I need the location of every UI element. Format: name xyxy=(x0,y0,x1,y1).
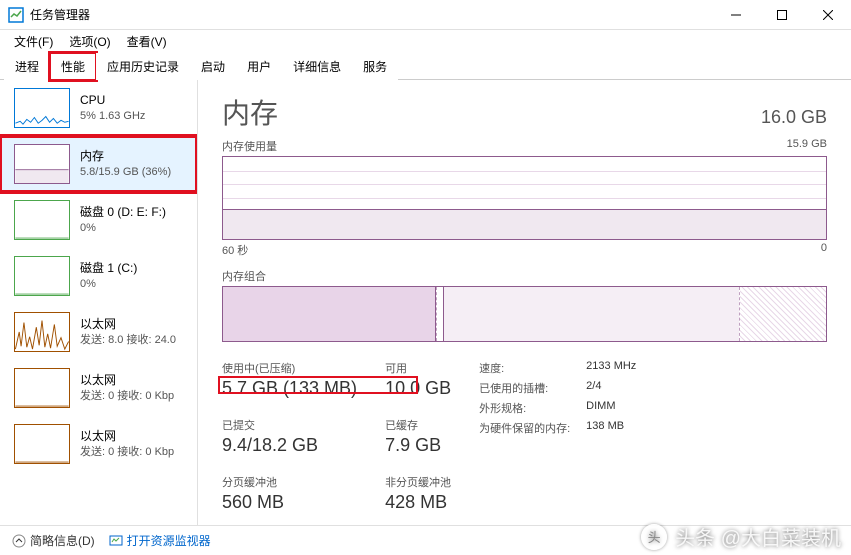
memory-composition-chart[interactable] xyxy=(222,286,827,342)
page-title: 内存 xyxy=(222,92,278,132)
sidebar-thumb xyxy=(14,368,70,408)
sidebar-item-3[interactable]: 磁盘 1 (C:) 0% xyxy=(0,248,197,304)
detail-slots-value: 2/4 xyxy=(586,380,636,396)
sidebar-text: 内存 5.8/15.9 GB (36%) xyxy=(80,149,171,179)
detail-speed-value: 2133 MHz xyxy=(586,360,636,376)
memory-usage-chart[interactable] xyxy=(222,156,827,240)
tab-startup[interactable]: 启动 xyxy=(190,53,236,80)
menu-options[interactable]: 选项(O) xyxy=(61,31,118,52)
tab-app-history[interactable]: 应用历史记录 xyxy=(96,53,190,80)
tab-bar: 进程 性能 应用历史记录 启动 用户 详细信息 服务 xyxy=(0,52,851,80)
composition-label: 内存组合 xyxy=(222,268,827,284)
sidebar-text: 以太网 发送: 8.0 接收: 24.0 xyxy=(80,317,176,347)
menu-view[interactable]: 查看(V) xyxy=(119,31,175,52)
stat-committed: 已提交9.4/18.2 GB xyxy=(222,417,357,456)
chart-axis-left: 60 秒 xyxy=(222,242,248,258)
detail-speed-label: 速度: xyxy=(479,360,570,376)
tab-details[interactable]: 详细信息 xyxy=(282,53,352,80)
performance-sidebar: CPU 5% 1.63 GHz 内存 5.8/15.9 GB (36%) 磁盘 … xyxy=(0,80,198,525)
sidebar-thumb xyxy=(14,424,70,464)
close-button[interactable] xyxy=(805,0,851,30)
stat-paged: 分页缓冲池560 MB xyxy=(222,474,357,513)
tab-users[interactable]: 用户 xyxy=(236,53,282,80)
window-title: 任务管理器 xyxy=(30,6,713,23)
sidebar-item-5[interactable]: 以太网 发送: 0 接收: 0 Kbp xyxy=(0,360,197,416)
detail-slots-label: 已使用的插槽: xyxy=(479,380,570,396)
maximize-button[interactable] xyxy=(759,0,805,30)
tab-services[interactable]: 服务 xyxy=(352,53,398,80)
usage-chart-label: 内存使用量 xyxy=(222,138,277,154)
sidebar-item-4[interactable]: 以太网 发送: 8.0 接收: 24.0 xyxy=(0,304,197,360)
sidebar-text: CPU 5% 1.63 GHz xyxy=(80,93,145,123)
sidebar-text: 磁盘 1 (C:) 0% xyxy=(80,261,137,291)
stat-cached: 已缓存7.9 GB xyxy=(385,417,451,456)
tab-performance[interactable]: 性能 xyxy=(50,53,96,80)
stat-available: 可用10.0 GB xyxy=(385,360,451,399)
sidebar-thumb xyxy=(14,88,70,128)
menu-file[interactable]: 文件(F) xyxy=(6,31,61,52)
sidebar-item-1[interactable]: 内存 5.8/15.9 GB (36%) xyxy=(0,136,197,192)
minimize-button[interactable] xyxy=(713,0,759,30)
sidebar-item-2[interactable]: 磁盘 0 (D: E: F:) 0% xyxy=(0,192,197,248)
detail-reserved-value: 138 MB xyxy=(586,420,636,436)
tab-processes[interactable]: 进程 xyxy=(4,53,50,80)
memory-stats: 使用中(已压缩)5.7 GB (133 MB) 可用10.0 GB 已提交9.4… xyxy=(222,360,827,513)
menu-bar: 文件(F) 选项(O) 查看(V) xyxy=(0,30,851,52)
detail-reserved-label: 为硬件保留的内存: xyxy=(479,420,570,436)
window-titlebar: 任务管理器 xyxy=(0,0,851,30)
detail-form-value: DIMM xyxy=(586,400,636,416)
sidebar-text: 磁盘 0 (D: E: F:) 0% xyxy=(80,205,166,235)
sidebar-thumb xyxy=(14,144,70,184)
memory-panel: 内存 16.0 GB 内存使用量 15.9 GB 60 秒 0 内存组合 xyxy=(198,80,851,525)
chart-axis-right: 0 xyxy=(821,242,827,258)
sidebar-thumb xyxy=(14,200,70,240)
open-resmon-link[interactable]: 打开资源监视器 xyxy=(109,532,211,549)
stat-nonpaged: 非分页缓冲池428 MB xyxy=(385,474,451,513)
memory-capacity: 16.0 GB xyxy=(761,107,827,128)
app-icon xyxy=(8,7,24,23)
usage-chart-max: 15.9 GB xyxy=(787,138,827,154)
detail-form-label: 外形规格: xyxy=(479,400,570,416)
chevron-up-icon xyxy=(12,534,26,548)
sidebar-thumb xyxy=(14,256,70,296)
footer-bar: 简略信息(D) 打开资源监视器 xyxy=(0,525,851,555)
stat-in-use: 使用中(已压缩)5.7 GB (133 MB) xyxy=(222,360,357,399)
sidebar-text: 以太网 发送: 0 接收: 0 Kbp xyxy=(80,373,174,403)
fewer-details-link[interactable]: 简略信息(D) xyxy=(12,532,95,549)
monitor-icon xyxy=(109,534,123,548)
sidebar-thumb xyxy=(14,312,70,352)
sidebar-item-0[interactable]: CPU 5% 1.63 GHz xyxy=(0,80,197,136)
sidebar-text: 以太网 发送: 0 接收: 0 Kbp xyxy=(80,429,174,459)
sidebar-item-6[interactable]: 以太网 发送: 0 接收: 0 Kbp xyxy=(0,416,197,472)
